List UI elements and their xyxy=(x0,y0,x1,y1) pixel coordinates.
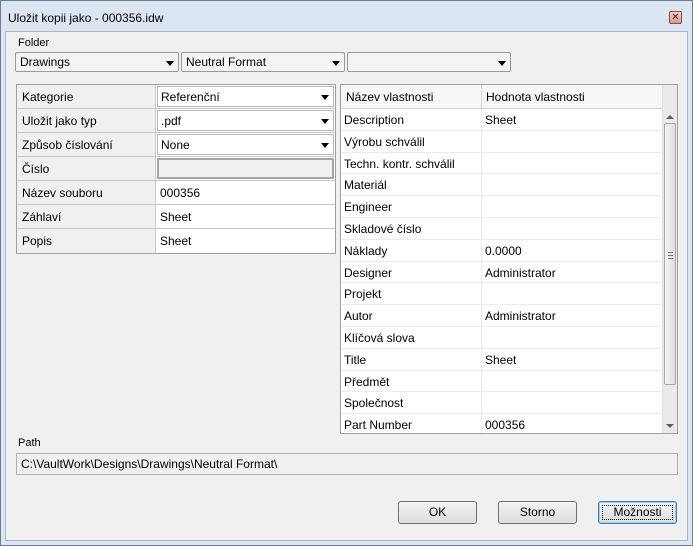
chevron-down-icon xyxy=(321,95,329,100)
property-row[interactable]: Projekt xyxy=(341,283,663,306)
focus-rectangle xyxy=(602,505,673,520)
property-value[interactable]: 000356 xyxy=(485,418,525,432)
property-row[interactable]: Výrobu schválil xyxy=(341,131,663,153)
property-name: Náklady xyxy=(344,243,388,258)
option-label: Popis xyxy=(17,229,156,253)
property-name: Předmět xyxy=(344,374,390,389)
scroll-up-icon[interactable] xyxy=(666,115,674,119)
option-row: Kategorie Referenční xyxy=(17,85,335,109)
property-name: Autor xyxy=(344,309,373,324)
option-row: Číslo xyxy=(17,157,335,181)
save-options-grid: Kategorie Referenční Uložit jako typ .pdf Zp… xyxy=(16,84,336,254)
option-dropdown-value: .pdf xyxy=(161,114,182,128)
property-row[interactable]: Designer Administrator xyxy=(341,262,663,284)
property-value[interactable]: Sheet xyxy=(485,353,516,367)
cancel-button[interactable]: Storno xyxy=(498,501,577,524)
property-row[interactable]: Klíčová slova xyxy=(341,327,663,349)
folder-combo-2-value: Neutral Format xyxy=(186,55,267,69)
property-name: Engineer xyxy=(344,200,393,215)
option-dropdown[interactable]: .pdf xyxy=(157,110,334,131)
property-row[interactable]: Description Sheet xyxy=(341,109,663,131)
option-row: Popis Sheet xyxy=(17,229,335,253)
property-name: Materiál xyxy=(344,178,387,193)
property-value[interactable]: Sheet xyxy=(485,113,516,127)
window-title: Uložit kopii jako - 000356.idw xyxy=(8,11,164,25)
property-value[interactable]: Administrator xyxy=(485,309,556,323)
option-dropdown-value: None xyxy=(161,138,190,152)
property-name: Projekt xyxy=(344,287,382,302)
chevron-down-icon xyxy=(166,61,174,66)
chevron-down-icon xyxy=(498,61,506,66)
option-row: Způsob číslování None xyxy=(17,133,335,157)
property-name: Výrobu schválil xyxy=(344,134,425,149)
property-name: Part Number xyxy=(344,418,413,433)
folder-combo-3[interactable] xyxy=(347,52,511,72)
title-bar: Uložit kopii jako - 000356.idw ✕ xyxy=(1,1,692,31)
option-dropdown[interactable]: Referenční xyxy=(157,86,334,107)
property-row[interactable]: Materiál xyxy=(341,174,663,197)
property-row[interactable]: Náklady 0.0000 xyxy=(341,240,663,262)
property-row[interactable]: Skladové číslo xyxy=(341,218,663,240)
properties-grid: Název vlastnosti Hodnota vlastnosti Desc… xyxy=(340,84,678,434)
property-row[interactable]: Part Number 000356 xyxy=(341,414,663,433)
dialog-body: Folder Drawings Neutral Format Kategorie… xyxy=(5,31,688,541)
option-text-field[interactable]: Sheet xyxy=(156,205,335,228)
scroll-down-icon[interactable] xyxy=(666,424,674,428)
property-name: Společnost xyxy=(344,396,404,411)
option-row: Záhlaví Sheet xyxy=(17,205,335,229)
property-name: Designer xyxy=(344,265,393,280)
path-field: C:\VaultWork\Designs\Drawings\Neutral Fo… xyxy=(16,453,678,475)
properties-grid-header: Název vlastnosti Hodnota vlastnosti xyxy=(341,85,663,109)
column-divider xyxy=(481,85,482,109)
option-row: Uložit jako typ .pdf xyxy=(17,109,335,133)
scroll-thumb[interactable] xyxy=(664,123,676,385)
grip-icon xyxy=(668,252,673,259)
property-row[interactable]: Engineer xyxy=(341,196,663,218)
option-text-field[interactable]: 000356 xyxy=(156,181,335,204)
path-value: C:\VaultWork\Designs\Drawings\Neutral Fo… xyxy=(21,457,278,471)
chevron-down-icon xyxy=(321,143,329,148)
property-name: Title xyxy=(344,352,367,367)
folder-combo-1[interactable]: Drawings xyxy=(15,52,179,72)
option-label: Způsob číslování xyxy=(17,133,156,156)
property-value[interactable]: Administrator xyxy=(485,266,556,280)
property-row[interactable]: Title Sheet xyxy=(341,349,663,371)
option-label: Uložit jako typ xyxy=(17,109,156,132)
number-field[interactable] xyxy=(157,158,334,179)
chevron-down-icon xyxy=(321,119,329,124)
path-label: Path xyxy=(18,437,41,449)
column-header-name[interactable]: Název vlastnosti xyxy=(346,90,433,104)
close-icon[interactable]: ✕ xyxy=(669,11,682,24)
option-dropdown[interactable]: None xyxy=(157,134,334,155)
property-row[interactable]: Předmět xyxy=(341,371,663,393)
column-header-value[interactable]: Hodnota vlastnosti xyxy=(486,90,585,104)
option-label: Název souboru xyxy=(17,181,156,204)
properties-list: Description Sheet Výrobu schválil Techn. ko… xyxy=(341,109,663,433)
save-copy-dialog: Uložit kopii jako - 000356.idw ✕ Folder … xyxy=(0,0,693,546)
option-dropdown-value: Referenční xyxy=(161,90,220,104)
chevron-down-icon xyxy=(332,61,340,66)
option-row: Název souboru 000356 xyxy=(17,181,335,205)
property-name: Techn. kontr. schválil xyxy=(344,156,455,171)
folder-combo-2[interactable]: Neutral Format xyxy=(181,52,345,72)
ok-button[interactable]: OK xyxy=(398,501,477,524)
option-label: Záhlaví xyxy=(17,205,156,228)
vertical-scrollbar[interactable] xyxy=(662,85,677,433)
property-value[interactable]: 0.0000 xyxy=(485,244,522,258)
folder-combo-1-value: Drawings xyxy=(20,55,71,69)
property-name: Skladové číslo xyxy=(344,221,422,236)
option-text-field[interactable]: Sheet xyxy=(156,229,335,253)
option-label: Číslo xyxy=(17,157,156,180)
folder-label: Folder xyxy=(18,37,50,49)
property-row[interactable]: Autor Administrator xyxy=(341,305,663,327)
property-name: Klíčová slova xyxy=(344,330,415,345)
property-row[interactable]: Techn. kontr. schválil xyxy=(341,153,663,175)
option-label: Kategorie xyxy=(17,85,156,108)
property-name: Description xyxy=(344,113,405,127)
property-row[interactable]: Společnost xyxy=(341,392,663,415)
options-button[interactable]: Možnosti xyxy=(598,501,677,524)
